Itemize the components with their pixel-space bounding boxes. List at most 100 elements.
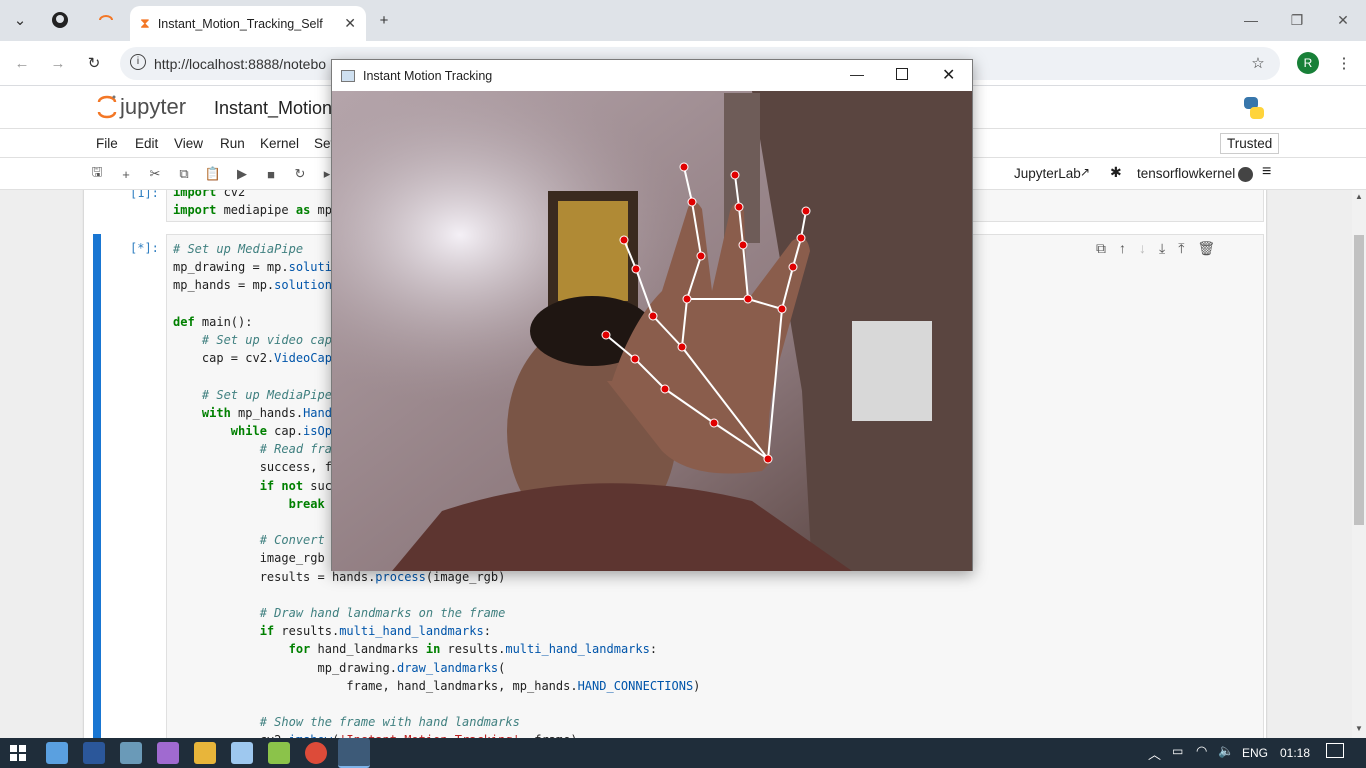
input-language[interactable]: ENG [1242, 746, 1268, 760]
hand-landmark-point [743, 294, 753, 304]
scrollbar-thumb[interactable] [1354, 235, 1364, 525]
hand-landmark-point [788, 262, 798, 272]
move-down-icon[interactable]: ↓ [1139, 240, 1146, 257]
notebook-scrollbar[interactable]: ▲ ▼ [1352, 190, 1366, 738]
close-window-icon[interactable]: ✕ [1328, 8, 1358, 32]
menu-file[interactable]: File [96, 136, 118, 151]
paste-icon[interactable]: 📋 [204, 165, 222, 183]
jupyter-logo-text: jupyter [120, 94, 187, 119]
tab-title: Instant_Motion_Tracking_Self [157, 16, 323, 31]
add-cell-icon[interactable]: + [117, 165, 135, 183]
code-line: # Show the frame with hand landmarks [259, 715, 520, 730]
notebook-title[interactable]: Instant_Motion [214, 98, 332, 119]
show-hidden-icons[interactable]: ︿ [1148, 744, 1161, 763]
opencv-window[interactable]: Instant Motion Tracking — ✕ [331, 59, 973, 571]
profile-avatar[interactable]: R [1297, 52, 1319, 74]
taskbar-app-icon[interactable] [268, 742, 290, 764]
insert-below-icon[interactable]: ⤓ [1159, 240, 1165, 257]
close-tab-icon[interactable]: ✕ [344, 15, 356, 32]
start-windows-icon[interactable] [10, 745, 26, 761]
kernel-busy-indicator-icon [1238, 167, 1253, 182]
python-window-taskbar-icon[interactable] [338, 738, 370, 768]
volume-icon[interactable]: 🔈 [1218, 743, 1234, 759]
hand-landmark-point [696, 251, 706, 261]
forward-arrow-icon[interactable]: → [44, 49, 72, 77]
webcam-frame [332, 91, 972, 571]
file-explorer-icon[interactable] [194, 742, 216, 764]
hand-landmark-point [709, 418, 719, 428]
cv-minimize-icon[interactable]: — [850, 66, 864, 82]
hand-landmark-point [687, 197, 697, 207]
battery-icon[interactable]: ▭ [1172, 744, 1183, 758]
opencv-window-title: Instant Motion Tracking [363, 68, 493, 83]
bookmark-star-icon[interactable]: ☆ [1244, 49, 1272, 77]
taskbar-app-icon[interactable] [157, 742, 179, 764]
cv-close-icon[interactable]: ✕ [942, 65, 955, 85]
menu-run[interactable]: Run [220, 136, 245, 151]
duplicate-cell-icon[interactable]: ⧉ [1096, 240, 1106, 257]
clock-time[interactable]: 01:18 [1280, 746, 1310, 760]
hand-landmark-point [763, 454, 773, 464]
menu-view[interactable]: View [174, 136, 203, 151]
notepad-icon[interactable] [231, 742, 253, 764]
word-icon[interactable] [83, 742, 105, 764]
hand-landmark-point [777, 304, 787, 314]
restart-icon[interactable]: ↻ [291, 165, 309, 183]
site-info-icon[interactable]: i [130, 54, 146, 70]
back-arrow-icon[interactable]: ← [8, 49, 36, 77]
hourglass-icon: ⧗ [140, 15, 150, 31]
copy-icon[interactable]: ⧉ [175, 165, 193, 183]
hand-landmark-point [730, 170, 740, 180]
code-line: if results.multi_hand_landmarks: [259, 624, 491, 639]
stop-icon[interactable]: ■ [262, 165, 280, 183]
kernel-name[interactable]: tensorflowkernel [1137, 166, 1235, 181]
url-text: http://localhost:8888/notebo [154, 55, 327, 72]
taskbar-app-icon[interactable] [46, 742, 68, 764]
hand-landmark-point [630, 354, 640, 364]
code-line: # Draw hand landmarks on the frame [259, 606, 506, 621]
menu-kernel[interactable]: Kernel [260, 136, 299, 151]
notifications-icon[interactable] [1326, 743, 1344, 758]
run-icon[interactable]: ▶ [233, 165, 251, 183]
code-line: mp_drawing.draw_landmarks( [173, 660, 506, 675]
jupyterlab-link[interactable]: JupyterLab [1014, 166, 1081, 181]
opencv-titlebar[interactable]: Instant Motion Tracking — ✕ [332, 60, 972, 91]
code-line: for hand_landmarks in results.multi_hand… [288, 642, 658, 657]
chrome-icon[interactable] [305, 742, 327, 764]
insert-above-icon[interactable]: ⤒ [1178, 240, 1184, 257]
hand-landmark-point [601, 330, 611, 340]
jupyter-tab-icon[interactable] [92, 6, 120, 34]
github-tab-icon[interactable] [46, 6, 74, 34]
debugger-bug-icon[interactable]: ✱ [1110, 164, 1122, 181]
webcam-image [332, 91, 972, 571]
menu-edit[interactable]: Edit [135, 136, 158, 151]
hand-landmark-point [738, 240, 748, 250]
scroll-up-arrow-icon[interactable]: ▲ [1355, 192, 1363, 201]
delete-cell-icon[interactable]: 🗑 [1197, 240, 1215, 257]
scroll-down-arrow-icon[interactable]: ▼ [1355, 724, 1363, 733]
wifi-icon[interactable]: ◠ [1196, 743, 1207, 759]
tab-search-icon[interactable]: ⌄ [6, 6, 34, 34]
cut-icon[interactable]: ✂ [146, 165, 164, 183]
cell-toolbar: ⧉ ↑ ↓ ⤓ ⤒ 🗑 [1096, 240, 1215, 257]
move-up-icon[interactable]: ↑ [1119, 240, 1126, 257]
cv-maximize-icon[interactable] [896, 68, 908, 80]
jupyter-logo[interactable]: jupyter [96, 94, 186, 120]
restore-icon[interactable]: ❐ [1282, 8, 1312, 32]
minimize-icon[interactable]: — [1236, 8, 1266, 32]
hand-landmark-point [648, 311, 658, 321]
hand-landmark-point [801, 206, 811, 216]
hand-landmark-point [631, 264, 641, 274]
hamburger-menu-icon[interactable]: ≡ [1262, 163, 1271, 181]
save-icon[interactable]: 🖫 [88, 164, 106, 183]
active-cell-bar [93, 234, 101, 738]
active-browser-tab[interactable]: ⧗ Instant_Motion_Tracking_Self ✕ [130, 6, 366, 41]
taskbar-app-icon[interactable] [120, 742, 142, 764]
browser-menu-icon[interactable]: ⋮ [1330, 49, 1358, 77]
trusted-badge[interactable]: Trusted [1220, 133, 1280, 154]
external-link-icon[interactable]: ↗ [1080, 165, 1090, 179]
reload-icon[interactable]: ↻ [80, 49, 108, 77]
new-tab-button[interactable]: + [370, 6, 398, 34]
